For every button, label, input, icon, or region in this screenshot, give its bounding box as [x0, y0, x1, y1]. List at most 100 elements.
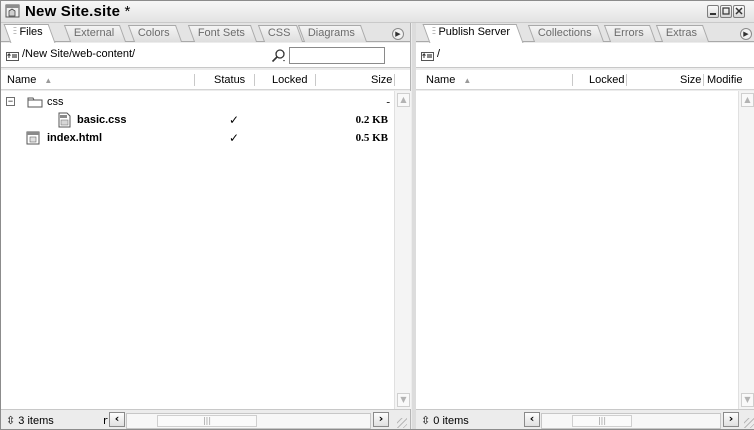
column-divider[interactable]: [394, 74, 395, 86]
item-count: ⇳ 0 items: [421, 414, 469, 427]
item-count: ⇳ 3 items: [6, 414, 54, 427]
scroll-left-button[interactable]: ‹: [109, 412, 125, 427]
item-count-text: 3 items: [18, 415, 54, 427]
horizontal-scrollbar[interactable]: |||: [126, 413, 371, 429]
tab-grip-icon: [432, 27, 436, 36]
html-file-icon: [26, 131, 40, 145]
tab-overflow-button[interactable]: ▶: [740, 28, 752, 40]
tab-extras-label: Extras: [665, 27, 698, 39]
column-locked[interactable]: Locked: [589, 74, 624, 86]
column-size[interactable]: Size: [680, 74, 701, 86]
window-controls: [707, 5, 745, 19]
tab-font-sets-label: Font Sets: [197, 27, 245, 39]
scroll-up-arrow[interactable]: ▲: [741, 93, 754, 107]
column-name-label: Name: [7, 74, 37, 86]
scroll-prefix: r: [103, 414, 108, 427]
maximize-button[interactable]: [720, 5, 732, 18]
file-name: index.html: [47, 132, 103, 144]
scroll-thumb[interactable]: |||: [157, 415, 257, 427]
status-check: ✓: [229, 131, 240, 145]
scroll-thumb[interactable]: |||: [572, 415, 632, 427]
column-modified[interactable]: Modifie: [707, 74, 742, 86]
site-icon: [5, 4, 20, 18]
left-status-bar: ⇳ 3 items r ‹ ||| ›: [1, 409, 410, 429]
column-name[interactable]: Name ▲: [7, 74, 52, 86]
column-divider[interactable]: [626, 74, 627, 86]
scroll-left-button[interactable]: ‹: [524, 412, 540, 427]
window-title-text: New Site.site: [25, 3, 121, 20]
file-size: -: [386, 96, 390, 108]
status-check: ✓: [229, 113, 240, 127]
column-divider[interactable]: [194, 74, 195, 86]
minimize-button[interactable]: [707, 5, 719, 18]
right-path-bar: /: [416, 43, 754, 68]
column-size[interactable]: Size: [371, 74, 392, 86]
tab-css-label: CSS: [267, 27, 291, 39]
tab-publish-server-label: Publish Server: [438, 26, 511, 38]
tab-grip-icon: [13, 27, 17, 36]
right-tab-bar: Publish Server Collections Errors Extras…: [416, 23, 754, 43]
tab-diagrams-label: Diagrams: [307, 27, 355, 39]
tab-external[interactable]: External: [63, 25, 127, 42]
resize-grip-icon[interactable]: [397, 418, 407, 428]
list-item-css-folder[interactable]: − css -: [1, 94, 410, 111]
column-name-label: Name: [426, 74, 456, 86]
column-name[interactable]: Name ▲: [426, 74, 471, 86]
vertical-scrollbar[interactable]: ▲ ▼: [738, 91, 754, 409]
tab-colors[interactable]: Colors: [127, 25, 182, 42]
tab-colors-label: Colors: [137, 27, 170, 39]
tab-errors[interactable]: Errors: [603, 25, 657, 42]
vertical-scrollbar[interactable]: ▲ ▼: [394, 91, 411, 409]
close-button[interactable]: [733, 5, 745, 18]
tab-diagrams[interactable]: Diagrams: [297, 25, 368, 42]
publish-file-list[interactable]: ▲ ▼: [416, 91, 754, 409]
column-divider[interactable]: [254, 74, 255, 86]
css-file-icon: [58, 112, 71, 128]
search-input[interactable]: [289, 47, 385, 64]
file-name: css: [47, 96, 64, 108]
current-path: /New Site/web-content/: [22, 48, 136, 60]
tab-publish-server[interactable]: Publish Server: [422, 24, 524, 43]
column-divider[interactable]: [572, 74, 573, 86]
tab-overflow-button[interactable]: ▶: [392, 28, 404, 40]
column-locked[interactable]: Locked: [272, 74, 307, 86]
tab-collections[interactable]: Collections: [527, 25, 604, 42]
tab-extras[interactable]: Extras: [655, 25, 710, 42]
search-icon[interactable]: [271, 49, 287, 63]
sort-ascending-icon: ▲: [44, 76, 53, 85]
left-column-header: Name ▲ Status Locked Size: [1, 70, 410, 90]
scroll-up-arrow[interactable]: ▲: [397, 93, 410, 107]
tab-files[interactable]: Files: [3, 24, 56, 43]
column-divider[interactable]: [703, 74, 704, 86]
scroll-right-button[interactable]: ›: [373, 412, 389, 427]
folder-up-icon[interactable]: [421, 50, 435, 61]
minimize-icon: [710, 13, 716, 15]
column-divider[interactable]: [315, 74, 316, 86]
scroll-down-arrow[interactable]: ▼: [397, 393, 410, 407]
file-list[interactable]: − css - basic.css ✓ 0.2 KB index.html ✓ …: [1, 91, 411, 409]
files-pane: Files External Colors Font Sets CSS Diag…: [1, 23, 411, 429]
split-arrows-icon[interactable]: ⇳: [6, 415, 15, 427]
horizontal-scrollbar[interactable]: |||: [541, 413, 721, 429]
tab-css[interactable]: CSS: [257, 25, 303, 42]
file-size: 0.2 KB: [355, 114, 388, 126]
folder-icon: [27, 97, 43, 108]
right-status-bar: ⇳ 0 items ‹ ||| ›: [416, 409, 754, 429]
publish-pane: Publish Server Collections Errors Extras…: [412, 23, 754, 429]
resize-grip-icon[interactable]: [744, 418, 754, 428]
list-item-index-html[interactable]: index.html ✓ 0.5 KB: [1, 130, 410, 147]
folder-up-icon[interactable]: [6, 50, 20, 61]
item-count-text: 0 items: [433, 415, 469, 427]
column-status[interactable]: Status: [214, 74, 245, 86]
collapse-toggle[interactable]: −: [6, 97, 15, 106]
tab-font-sets[interactable]: Font Sets: [187, 25, 258, 42]
current-path: /: [437, 48, 441, 60]
title-bar[interactable]: New Site.site *: [1, 1, 754, 23]
tab-files-label: Files: [19, 26, 43, 38]
tab-errors-label: Errors: [613, 27, 644, 39]
file-size: 0.5 KB: [355, 132, 388, 144]
scroll-right-button[interactable]: ›: [723, 412, 739, 427]
split-arrows-icon[interactable]: ⇳: [421, 415, 430, 427]
list-item-basic-css[interactable]: basic.css ✓ 0.2 KB: [1, 112, 410, 129]
scroll-down-arrow[interactable]: ▼: [741, 393, 754, 407]
